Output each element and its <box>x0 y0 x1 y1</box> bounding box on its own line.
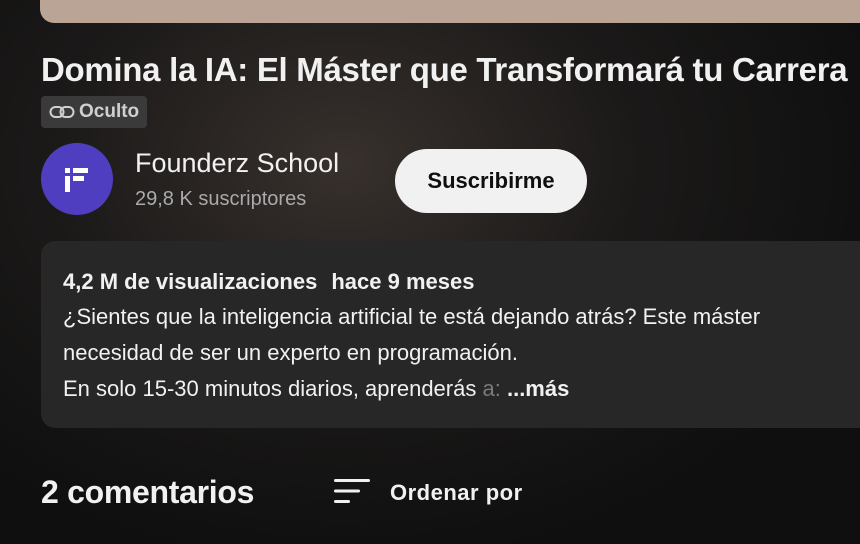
sort-label: Ordenar por <box>390 480 523 505</box>
subscriber-count: 29,8 K suscriptores <box>135 188 307 210</box>
video-title: Domina la IA: El Máster que Transformará… <box>41 51 848 88</box>
sort-icon <box>334 478 370 509</box>
founderz-logo-icon <box>65 168 88 192</box>
comments-count: 2 comentarios <box>41 474 255 510</box>
description-meta: 4,2 M de visualizaciones hace 9 meses <box>63 265 860 299</box>
description-faded-text: a: <box>482 376 501 401</box>
view-count: 4,2 M de visualizaciones <box>63 269 318 294</box>
video-player[interactable] <box>40 0 860 23</box>
sort-button[interactable]: Ordenar por <box>334 476 523 510</box>
visibility-badge: Oculto <box>41 96 148 128</box>
channel-name[interactable]: Founderz School <box>135 148 339 179</box>
show-more-link[interactable]: ...más <box>507 376 569 401</box>
visibility-label: Oculto <box>79 101 140 122</box>
description-line-2: necesidad de ser un experto en programac… <box>63 340 518 365</box>
description-line-3: En solo 15-30 minutos diarios, aprenderá… <box>63 371 860 407</box>
channel-avatar[interactable] <box>41 143 113 215</box>
upload-age: hace 9 meses <box>331 269 475 294</box>
description-line-3-text: En solo 15-30 minutos diarios, aprenderá… <box>63 376 477 401</box>
link-icon <box>49 104 75 120</box>
description-box[interactable]: 4,2 M de visualizaciones hace 9 meses ¿Si… <box>41 241 860 428</box>
subscribe-button[interactable]: Suscribirme <box>395 149 587 213</box>
description-line-1: ¿Sientes que la inteligencia artificial … <box>63 304 761 329</box>
